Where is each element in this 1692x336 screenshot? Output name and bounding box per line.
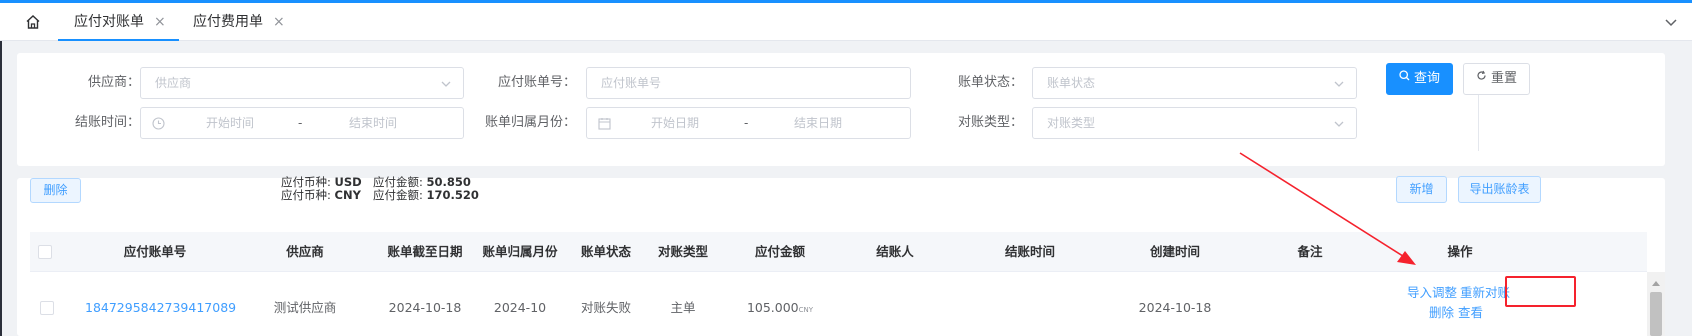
recon-type-label: 对账类型： [957, 115, 1023, 130]
close-icon[interactable]: × [154, 3, 166, 41]
amount-value: 105.000 [746, 300, 799, 315]
calendar-icon [598, 117, 611, 130]
column-header: 结账人 [876, 244, 914, 259]
tab-payable-fee[interactable]: 应付费用单 × [177, 3, 297, 41]
add-button[interactable]: 新增 [1396, 176, 1447, 203]
column-header: 创建时间 [1149, 244, 1200, 259]
column-header: 操作 [1447, 244, 1473, 259]
range-separator: - [298, 116, 303, 130]
settle-end-placeholder: 结束时间 [349, 116, 398, 130]
delete-link[interactable]: 删除 [1429, 305, 1454, 321]
settle-time-range[interactable]: 开始时间 - 结束时间 [140, 107, 464, 139]
chevron-down-icon[interactable] [1664, 15, 1678, 29]
currency-value: CNY [334, 188, 361, 202]
query-label: 查询 [1413, 71, 1440, 86]
supplier-cell: 测试供应商 [273, 300, 337, 315]
currency-value: USD [334, 175, 362, 189]
column-header: 备注 [1297, 244, 1323, 259]
currency-label: 应付币种: [281, 188, 331, 202]
chevron-down-icon [441, 78, 451, 88]
scrollbar-thumb[interactable] [1650, 292, 1662, 336]
column-header: 应付账单号 [123, 244, 187, 259]
range-separator: - [744, 116, 749, 130]
status-select[interactable]: 账单状态 [1032, 67, 1357, 99]
import-adjust-link[interactable]: 导入调整 [1407, 285, 1457, 301]
tab-bar: 应付对账单 × 应付费用单 × [0, 3, 1692, 41]
due-date-cell: 2024-10-18 [388, 300, 462, 315]
tab-payable-statement[interactable]: 应付对账单 × [58, 3, 179, 41]
status-label: 账单状态： [957, 75, 1023, 90]
export-aging-button[interactable]: 导出账龄表 [1458, 176, 1541, 203]
chevron-down-icon [1334, 78, 1344, 88]
column-header: 应付金额 [754, 244, 805, 259]
recon-type-cell: 主单 [670, 300, 696, 315]
month-start-placeholder: 开始日期 [651, 116, 700, 130]
summary-amount-cny: 应付金额: 170.520 [373, 189, 479, 202]
annotation-highlight-box [1505, 276, 1576, 307]
close-icon[interactable]: × [273, 3, 285, 41]
column-header: 账单状态 [580, 244, 631, 259]
delete-button[interactable]: 删除 [30, 178, 81, 203]
month-cell: 2024-10 [493, 300, 547, 315]
clock-icon [152, 117, 165, 130]
bill-no-label: 应付账单号： [497, 75, 576, 90]
bill-no-link[interactable]: 1847295842739417089 [85, 297, 236, 319]
home-icon[interactable] [24, 13, 42, 31]
recon-type-placeholder: 对账类型 [1047, 116, 1096, 130]
amount-cell: 105.000CNY [740, 297, 820, 319]
month-end-placeholder: 结束日期 [794, 116, 843, 130]
row-checkbox[interactable] [40, 301, 54, 315]
chevron-down-icon [1334, 118, 1344, 128]
status-placeholder: 账单状态 [1047, 76, 1096, 90]
column-header: 供应商 [286, 244, 324, 259]
column-header: 对账类型 [657, 244, 708, 259]
column-header: 账单截至日期 [387, 244, 463, 259]
select-all-checkbox[interactable] [38, 245, 52, 259]
status-cell: 对账失败 [580, 300, 631, 315]
sidebar-edge [0, 41, 2, 336]
created-cell: 2024-10-18 [1138, 300, 1212, 315]
amount-value: 170.520 [426, 188, 479, 202]
settle-time-label: 结账时间： [74, 115, 140, 130]
tab-label: 应付费用单 [193, 14, 263, 30]
reset-label: 重置 [1490, 71, 1517, 86]
month-range[interactable]: 开始日期 - 结束日期 [586, 107, 911, 139]
supplier-label: 供应商： [87, 75, 140, 90]
month-label: 账单归属月份： [484, 115, 576, 130]
settle-start-placeholder: 开始时间 [206, 116, 255, 130]
re-reconcile-link[interactable]: 重新对账 [1460, 285, 1510, 301]
table-header: 应付账单号 供应商 账单截至日期 账单归属月份 账单状态 对账类型 应付金额 结… [30, 232, 1647, 272]
summary-line-cny: 应付币种: CNY [281, 189, 361, 202]
search-icon [1399, 63, 1410, 93]
column-header: 结账时间 [1004, 244, 1055, 259]
refresh-icon [1476, 63, 1487, 93]
amount-value: 50.850 [426, 175, 471, 189]
view-link[interactable]: 查看 [1458, 305, 1483, 321]
bill-no-input[interactable]: 应付账单号 [586, 67, 911, 99]
query-button[interactable]: 查询 [1386, 63, 1453, 95]
amount-currency: CNY [798, 306, 814, 314]
currency-label: 应付币种: [281, 175, 331, 189]
reset-button[interactable]: 重置 [1463, 63, 1530, 95]
tab-label: 应付对账单 [74, 14, 144, 30]
supplier-placeholder: 供应商 [155, 76, 192, 90]
recon-type-select[interactable]: 对账类型 [1032, 107, 1357, 139]
column-header: 账单归属月份 [482, 244, 558, 259]
amount-label: 应付金额: [373, 175, 423, 189]
scroll-up-icon[interactable] [1651, 276, 1661, 286]
supplier-select[interactable]: 供应商 [140, 67, 464, 99]
bill-no-placeholder: 应付账单号 [601, 76, 662, 90]
amount-label: 应付金额: [373, 188, 423, 202]
